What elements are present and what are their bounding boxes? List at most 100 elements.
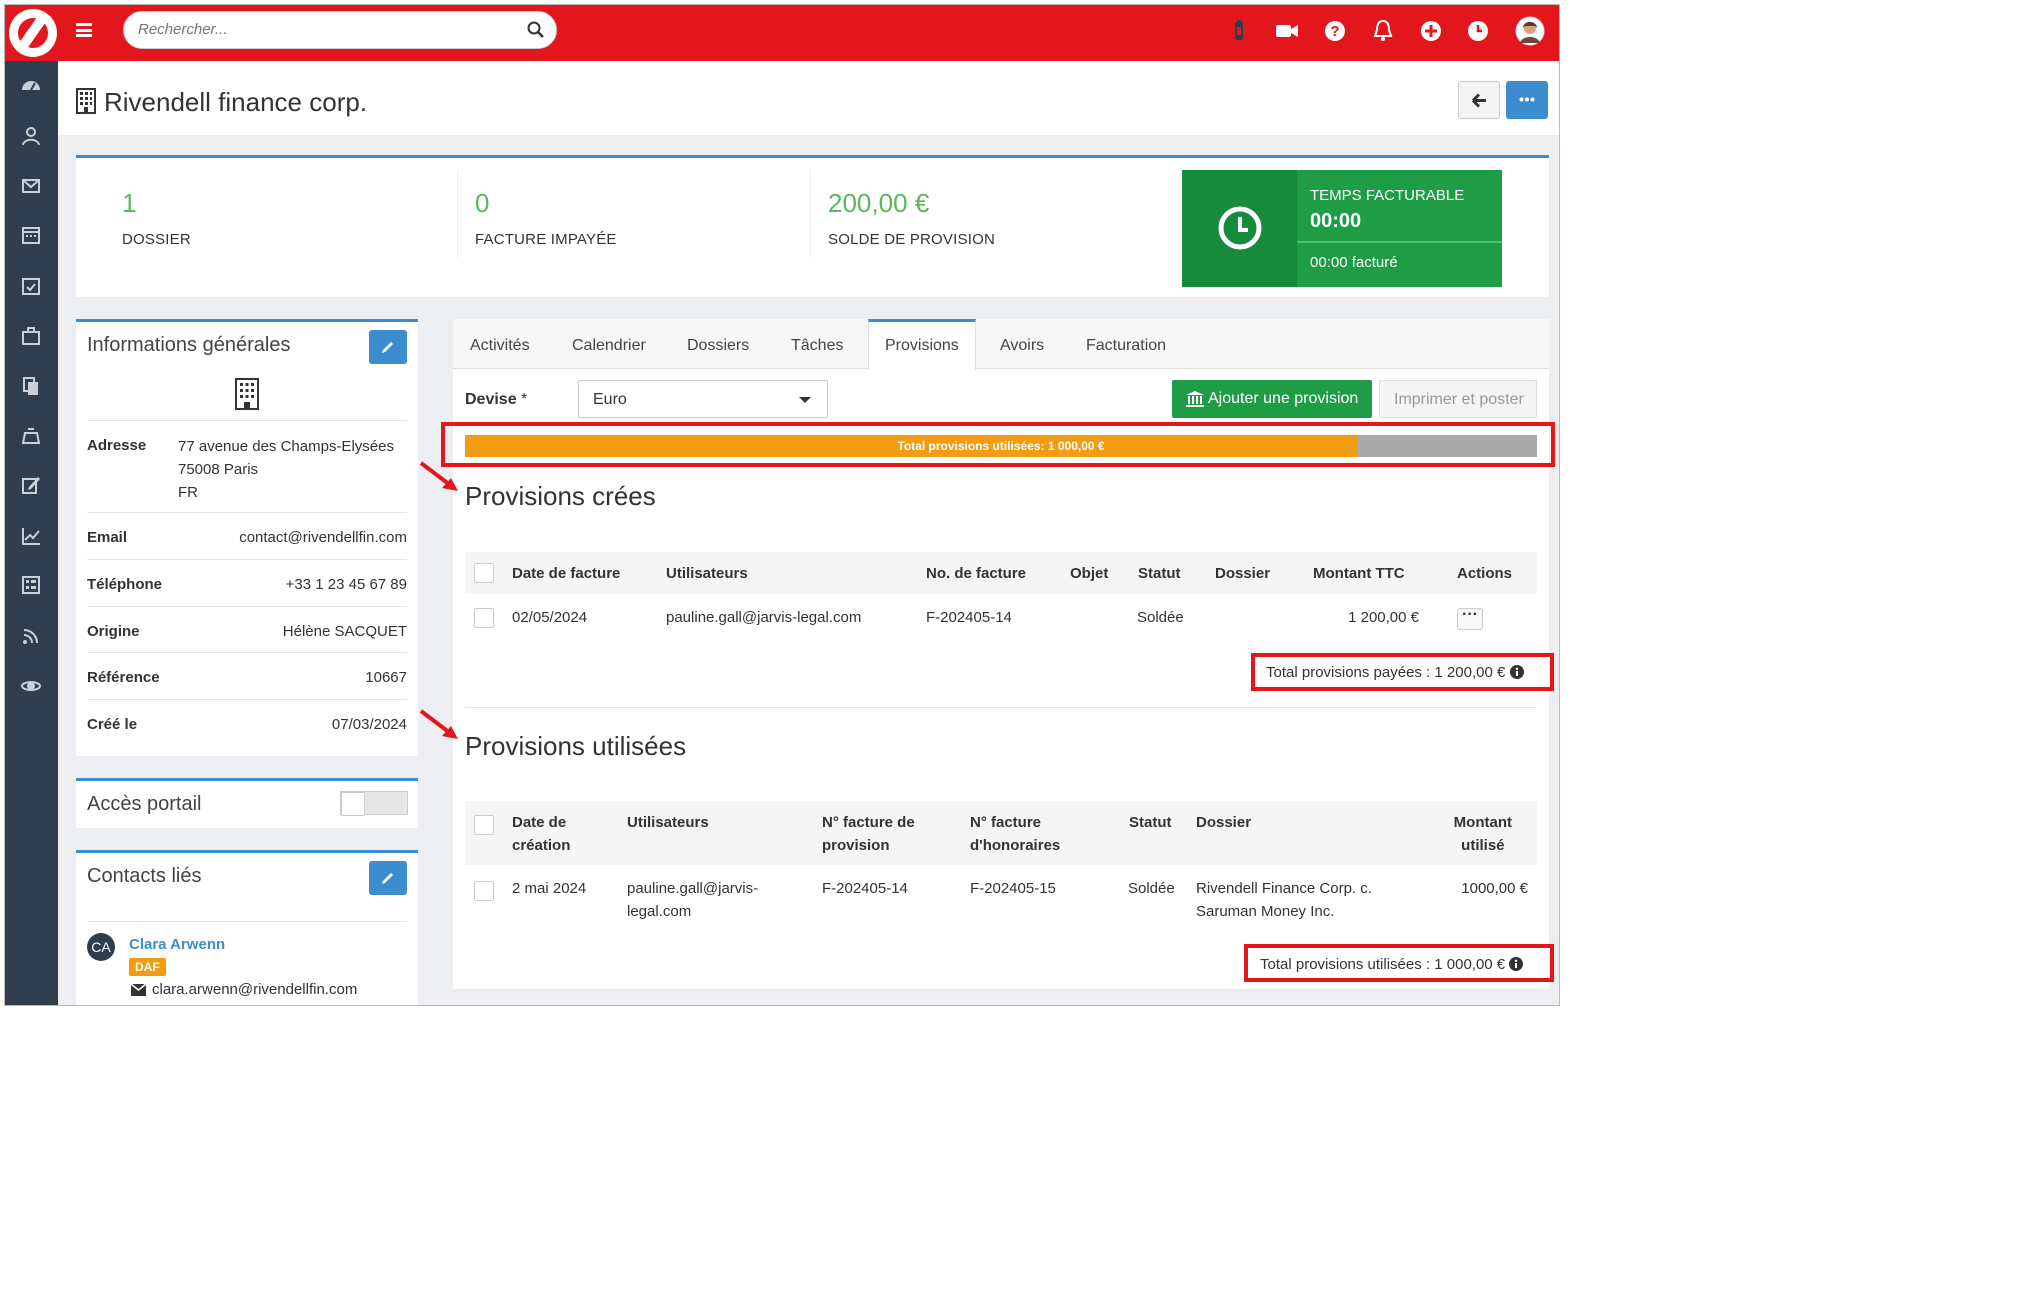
edit-contacts-button[interactable] [369,861,407,895]
tab-activites[interactable]: Activités [470,337,530,355]
column-header[interactable]: No. de facture [926,562,1026,585]
info-label: Créé le [87,716,138,733]
contacts-icon[interactable] [20,125,42,147]
add-provision-button[interactable]: Ajouter une provision [1172,380,1372,418]
column-header-date[interactable]: Date de création [512,811,570,857]
row-checkbox[interactable] [474,881,494,901]
more-button[interactable] [1506,81,1548,119]
divider [457,170,458,258]
currency-select[interactable]: Euro [578,380,828,418]
billing-icon[interactable] [20,425,42,447]
address-line: 75008 Paris [178,461,259,478]
column-header-dossier[interactable]: Dossier [1196,811,1251,834]
table-row: 02/05/2024 pauline.gall@jarvis-legal.com… [465,594,1537,638]
table-icon[interactable] [20,574,42,596]
header-line: d'honoraires [970,837,1061,854]
documents-icon[interactable] [20,375,42,397]
required-marker: * [521,391,528,408]
column-header-amount[interactable]: Montant utilisé [1454,811,1512,857]
mail-icon[interactable] [20,175,42,197]
cell-fee-invoice[interactable]: F-202405-15 [970,877,1056,900]
column-header-status[interactable]: Statut [1129,811,1172,834]
contact-email[interactable]: clara.arwenn@rivendellfin.com [152,981,357,998]
header-line: N° facture de [822,814,915,831]
address-line: FR [178,484,198,501]
tab-taches[interactable]: Tâches [791,337,843,355]
cell-user: pauline.gall@jarvis-legal.com [666,609,862,626]
currency-value: Euro [593,391,627,408]
stat-label: FACTURE IMPAYÉE [475,231,617,248]
stat-unpaid-invoices[interactable]: 0 FACTURE IMPAYÉE [475,188,617,248]
tab-calendrier[interactable]: Calendrier [572,337,646,355]
tab-facturation[interactable]: Facturation [1086,337,1166,355]
currency-label-text: Devise [465,391,517,408]
tab-dossiers[interactable]: Dossiers [687,337,749,355]
billable-time-value: 00:00 [1310,210,1362,232]
divider [87,921,407,922]
search-icon[interactable] [526,20,546,40]
select-all-checkbox[interactable] [474,815,494,835]
page-title: Rivendell finance corp. [104,87,368,117]
section-title-created: Provisions crées [465,481,656,511]
select-all-checkbox[interactable] [474,563,494,583]
stat-value: 1 [122,188,137,218]
billable-time-widget[interactable]: TEMPS FACTURABLE 00:00 00:00 facturé [1182,170,1502,287]
app-logo[interactable] [9,9,57,57]
contact-name[interactable]: Clara Arwenn [129,936,225,953]
menu-icon[interactable] [76,23,92,37]
edit-icon[interactable] [20,474,42,496]
add-icon[interactable] [1419,19,1443,43]
stat-dossier[interactable]: 1 DOSSIER [122,188,191,248]
info-email[interactable]: contact@rivendellfin.com [239,529,407,546]
satellite-icon[interactable] [20,675,42,697]
rss-icon[interactable] [20,625,42,647]
user-avatar[interactable] [1515,16,1545,46]
tab-provisions[interactable]: Provisions [868,319,976,370]
briefcase-icon[interactable] [20,325,42,347]
cell-dossier[interactable]: Rivendell Finance Corp. c. Saruman Money … [1196,877,1372,923]
column-header[interactable]: Utilisateurs [666,562,748,585]
timer-icon[interactable] [1227,19,1251,43]
cell-provision-invoice[interactable]: F-202405-14 [822,877,908,900]
row-checkbox[interactable] [474,608,494,628]
info-row-email: Email contact@rivendellfin.com [87,512,407,559]
calendar-icon[interactable] [20,224,42,246]
tab-avoirs[interactable]: Avoirs [1000,337,1044,355]
address-line: 77 avenue des Champs-Elysées [178,438,394,455]
search-box [123,11,557,49]
chart-icon[interactable] [20,525,42,547]
cell-invoice[interactable]: F-202405-14 [926,606,1012,629]
highlight-total-used [1244,944,1554,982]
dashboard-icon[interactable] [20,75,42,97]
column-header[interactable]: Montant TTC [1313,562,1405,585]
header-line: création [512,837,571,854]
print-and-post-button[interactable]: Imprimer et poster [1379,380,1537,418]
column-header[interactable]: Dossier [1215,562,1270,585]
column-header-fee-invoice[interactable]: N° facture d'honoraires [970,811,1060,857]
column-header-provision-invoice[interactable]: N° facture de provision [822,811,915,857]
search-input[interactable] [138,21,518,38]
used-table-header: Date de création Utilisateurs N° facture … [465,801,1537,865]
video-icon[interactable] [1275,19,1299,43]
column-header[interactable]: Objet [1070,562,1108,585]
highlight-total-paid [1251,653,1554,691]
pencil-icon [382,873,393,884]
column-header[interactable]: Statut [1138,562,1181,585]
clock-icon[interactable] [1466,19,1490,43]
building-icon [235,378,259,410]
divider [1297,241,1502,243]
column-header-users[interactable]: Utilisateurs [627,811,709,834]
edit-info-button[interactable] [369,330,407,364]
info-phone[interactable]: +33 1 23 45 67 89 [286,576,407,593]
header-line: utilisé [1461,837,1505,854]
back-button[interactable] [1458,81,1500,119]
column-header[interactable]: Date de facture [512,562,620,585]
stat-provision-balance[interactable]: 200,00 € SOLDE DE PROVISION [828,188,995,248]
row-actions-button[interactable] [1457,606,1483,630]
help-icon[interactable]: ? [1323,19,1347,43]
info-row-address: Adresse 77 avenue des Champs-Elysées 750… [87,420,407,512]
bank-icon [1186,391,1204,407]
bell-icon[interactable] [1371,19,1395,43]
portal-access-toggle[interactable] [340,791,408,816]
tasks-icon[interactable] [20,275,42,297]
